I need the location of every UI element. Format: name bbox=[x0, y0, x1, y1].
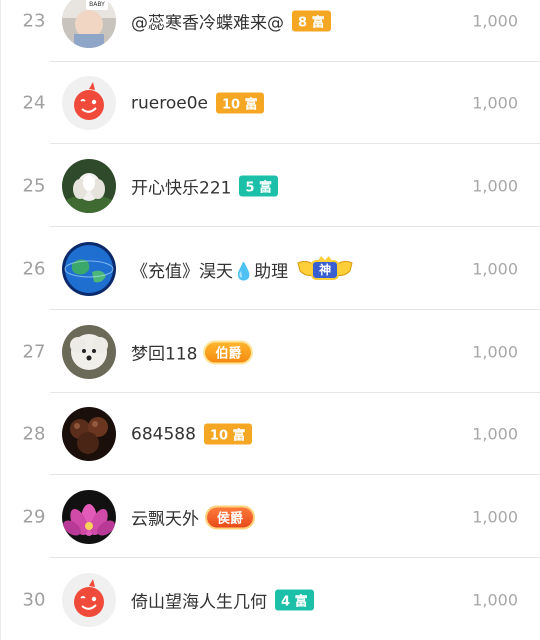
row-divider bbox=[50, 226, 540, 227]
row-divider bbox=[50, 557, 540, 558]
ranking-row[interactable]: 24 rueroe0e 10 富 1,000 bbox=[0, 62, 540, 144]
score-value: 1,000 bbox=[472, 176, 518, 196]
pink-lotus-photo-icon bbox=[62, 490, 116, 544]
earth-photo-icon bbox=[62, 242, 116, 296]
name-group: 倚山望海人生几何 4 富 bbox=[131, 588, 314, 613]
noble-title-badge: 伯爵 bbox=[205, 342, 252, 362]
user-name[interactable]: 684588 bbox=[131, 424, 196, 444]
baby-photo-icon: BABY bbox=[62, 0, 116, 48]
rank-number: 25 bbox=[22, 175, 46, 197]
user-name[interactable]: 倚山望海人生几何 bbox=[131, 588, 267, 613]
score-value: 1,000 bbox=[472, 507, 518, 527]
user-name[interactable]: 《充值》淏天💧助理 bbox=[131, 257, 288, 282]
noble-title-badge: 侯爵 bbox=[207, 507, 254, 527]
avatar[interactable] bbox=[62, 490, 116, 544]
user-name[interactable]: 开心快乐221 bbox=[131, 174, 231, 199]
score-value: 1,000 bbox=[472, 590, 518, 610]
avatar[interactable] bbox=[62, 159, 116, 213]
rank-number: 30 bbox=[22, 589, 46, 611]
avatar[interactable] bbox=[62, 573, 116, 627]
avatar[interactable] bbox=[62, 242, 116, 296]
default-avatar-icon bbox=[62, 573, 116, 627]
user-name[interactable]: rueroe0e bbox=[131, 93, 208, 113]
avatar[interactable] bbox=[62, 76, 116, 130]
ranking-row[interactable]: 25 开心快乐221 5 富 1,000 bbox=[0, 145, 540, 227]
name-group: @蕊寒香冷蝶难来@ 8 富 bbox=[131, 9, 331, 34]
row-divider bbox=[50, 143, 540, 144]
ranking-row[interactable]: 26 《充值》淏天💧助理 神 1,000 bbox=[0, 228, 540, 310]
rank-number: 27 bbox=[22, 341, 46, 363]
wealth-level-badge: 4 富 bbox=[275, 589, 314, 611]
ranking-row[interactable]: 23 BABY @蕊寒香冷蝶难来@ 8 富 1,000 bbox=[0, 0, 540, 62]
row-divider bbox=[50, 309, 540, 310]
score-value: 1,000 bbox=[472, 342, 518, 362]
score-value: 1,000 bbox=[472, 259, 518, 279]
ranking-row[interactable]: 29 云飘天外 侯爵 1,000 bbox=[0, 476, 540, 558]
avatar[interactable] bbox=[62, 407, 116, 461]
row-divider bbox=[50, 474, 540, 475]
name-group: 开心快乐221 5 富 bbox=[131, 174, 279, 199]
default-avatar-icon bbox=[62, 76, 116, 130]
god-rank-badge: 神 bbox=[296, 255, 354, 283]
score-value: 1,000 bbox=[472, 424, 518, 444]
score-value: 1,000 bbox=[472, 93, 518, 113]
rank-number: 28 bbox=[22, 423, 46, 445]
user-name[interactable]: 梦回118 bbox=[131, 340, 197, 365]
lotus-photo-icon bbox=[62, 159, 116, 213]
score-value: 1,000 bbox=[472, 11, 518, 31]
name-group: 梦回118 伯爵 bbox=[131, 340, 252, 365]
ranking-row[interactable]: 28 684588 10 富 1,000 bbox=[0, 393, 540, 475]
name-group: 云飘天外 侯爵 bbox=[131, 505, 254, 530]
svg-text:BABY: BABY bbox=[89, 1, 105, 8]
ranking-row[interactable]: 27 梦回118 伯爵 1,000 bbox=[0, 311, 540, 393]
wealth-level-badge: 10 富 bbox=[215, 92, 264, 114]
chestnut-photo-icon bbox=[62, 407, 116, 461]
avatar[interactable]: BABY bbox=[62, 0, 116, 48]
ranking-row[interactable]: 30 倚山望海人生几何 4 富 1,000 bbox=[0, 559, 540, 640]
name-group: 684588 10 富 bbox=[131, 423, 252, 445]
puppy-photo-icon bbox=[62, 325, 116, 379]
rank-number: 26 bbox=[22, 258, 46, 280]
rank-number: 29 bbox=[22, 506, 46, 528]
god-rank-label: 神 bbox=[319, 262, 332, 277]
rank-number: 24 bbox=[22, 92, 46, 114]
name-group: 《充值》淏天💧助理 神 bbox=[131, 255, 354, 283]
wealth-level-badge: 8 富 bbox=[292, 10, 331, 32]
user-name[interactable]: 云飘天外 bbox=[131, 505, 199, 530]
user-name[interactable]: @蕊寒香冷蝶难来@ bbox=[131, 9, 284, 34]
wealth-level-badge: 10 富 bbox=[203, 423, 252, 445]
name-group: rueroe0e 10 富 bbox=[131, 92, 264, 114]
wealth-level-badge: 5 富 bbox=[239, 175, 279, 197]
ranking-list: 23 BABY @蕊寒香冷蝶难来@ 8 富 1,000 24 rueroe0e … bbox=[0, 0, 540, 640]
rank-number: 23 bbox=[22, 10, 46, 32]
avatar[interactable] bbox=[62, 325, 116, 379]
